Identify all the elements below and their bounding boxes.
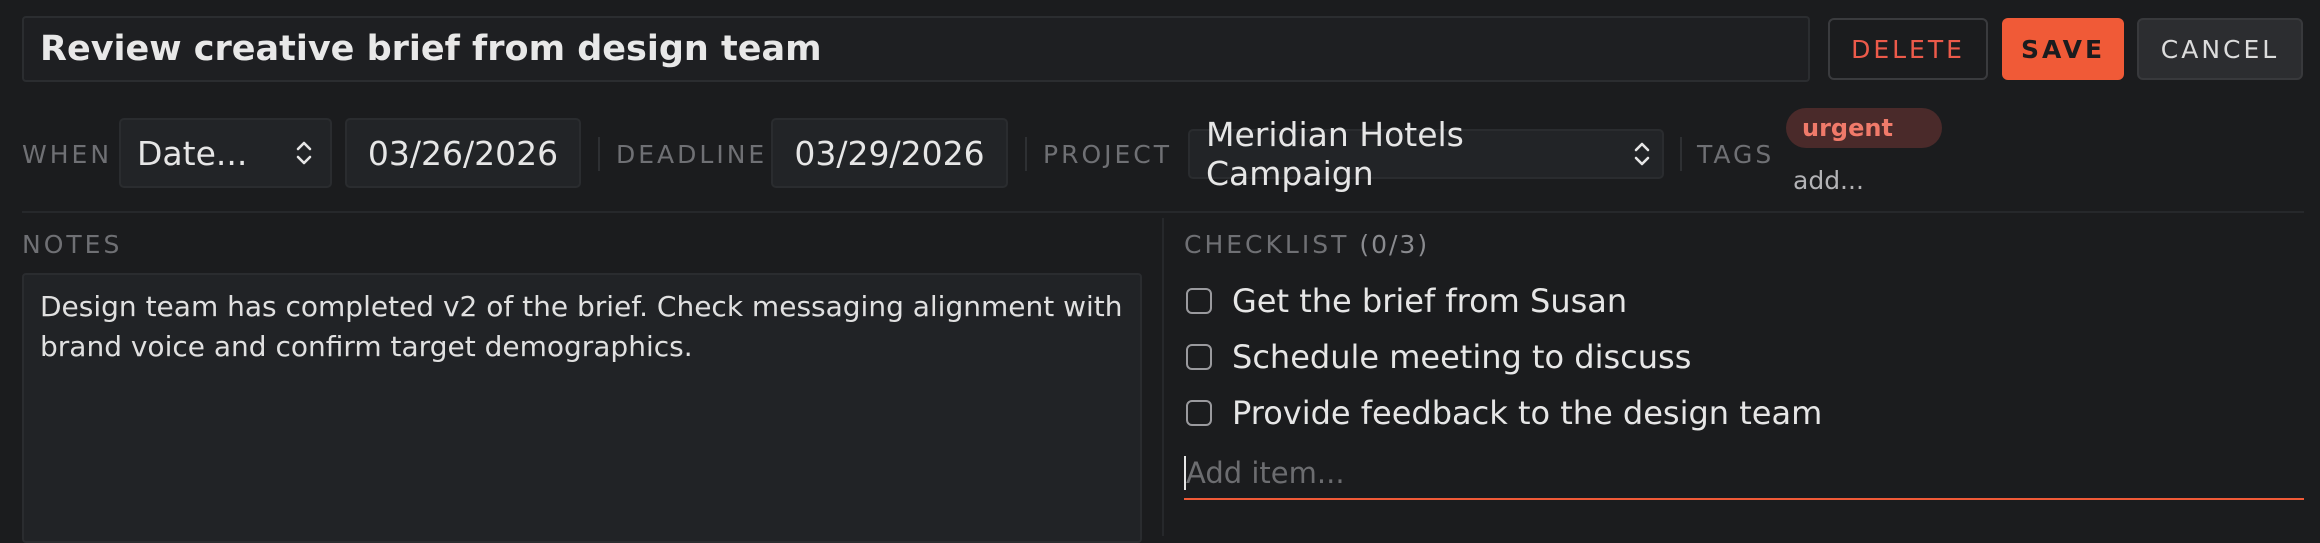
checkbox[interactable]: [1186, 288, 1212, 314]
meta-divider: [1025, 137, 1027, 171]
when-select[interactable]: Date...: [119, 118, 332, 188]
add-checklist-item-input[interactable]: Add item...: [1184, 448, 2304, 500]
tag-chip[interactable]: urgent: [1786, 108, 1942, 148]
deadline-input[interactable]: 03/29/2026: [771, 118, 1008, 188]
panel-divider: [1162, 218, 1164, 536]
when-select-value: Date...: [137, 133, 248, 173]
checklist-item-label: Get the brief from Susan: [1232, 282, 1628, 320]
tag-chip-label: urgent: [1802, 114, 1893, 142]
checklist-item: Schedule meeting to discuss: [1186, 333, 1691, 381]
delete-button[interactable]: DELETE: [1828, 18, 1988, 80]
tags-label: TAGS: [1697, 139, 1775, 169]
add-item-placeholder: Add item...: [1186, 456, 1345, 490]
section-divider: [22, 211, 2304, 213]
checklist-count: (0/3): [1359, 229, 1430, 259]
project-select[interactable]: Meridian Hotels Campaign: [1188, 115, 1664, 193]
chevron-up-down-icon: [292, 136, 316, 170]
notes-text: Design team has completed v2 of the brie…: [40, 290, 1123, 363]
task-title-input[interactable]: Review creative brief from design team: [22, 16, 1810, 82]
checklist-item: Get the brief from Susan: [1186, 277, 1627, 325]
chevron-up-down-icon: [1631, 137, 1654, 171]
checklist-label: CHECKLIST: [1184, 229, 1350, 259]
start-date-input[interactable]: 03/26/2026: [345, 118, 581, 188]
checklist-item-label: Provide feedback to the design team: [1232, 394, 1823, 432]
notes-label: NOTES: [22, 229, 123, 259]
checklist-item-label: Schedule meeting to discuss: [1232, 338, 1692, 376]
project-label: PROJECT: [1043, 139, 1173, 169]
when-label: WHEN: [22, 139, 113, 169]
checkbox[interactable]: [1186, 344, 1212, 370]
save-button[interactable]: SAVE: [2002, 18, 2124, 80]
start-date-value: 03/26/2026: [367, 133, 559, 173]
checklist-header: CHECKLIST (0/3): [1184, 226, 1429, 262]
notes-textarea[interactable]: Design team has completed v2 of the brie…: [22, 273, 1142, 543]
checkbox[interactable]: [1186, 400, 1212, 426]
cancel-button[interactable]: CANCEL: [2137, 18, 2303, 80]
deadline-label: DEADLINE: [616, 139, 768, 169]
project-select-value: Meridian Hotels Campaign: [1206, 115, 1464, 193]
meta-divider: [1680, 137, 1682, 171]
meta-divider: [598, 137, 600, 171]
task-title-text: Review creative brief from design team: [40, 29, 822, 69]
tag-add-input[interactable]: add...: [1793, 162, 1864, 198]
deadline-value: 03/29/2026: [794, 133, 985, 173]
checklist-item: Provide feedback to the design team: [1186, 389, 1822, 437]
